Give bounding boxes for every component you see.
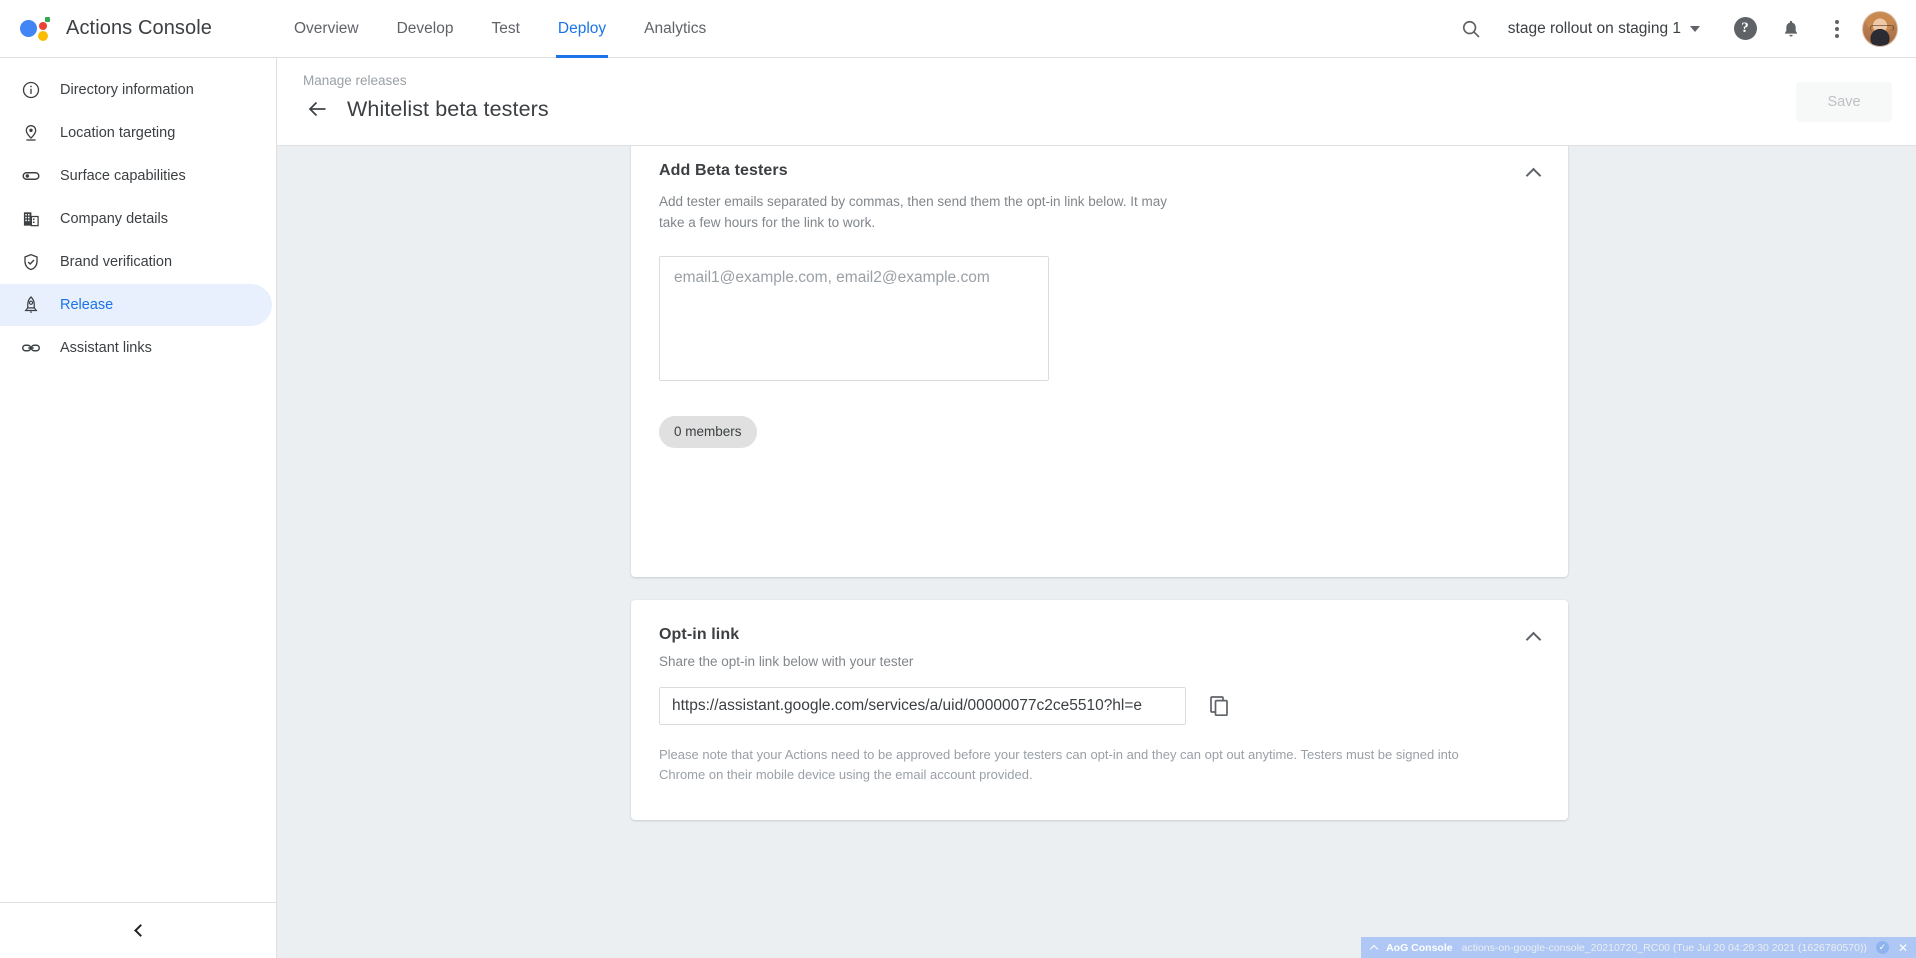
google-assistant-logo-icon — [18, 14, 52, 44]
save-button[interactable]: Save — [1796, 82, 1892, 122]
chevron-up-icon — [1525, 631, 1541, 647]
beta-card-header: Add Beta testers — [631, 146, 1568, 180]
shield-check-icon — [20, 251, 42, 273]
app-title: Actions Console — [66, 17, 212, 40]
top-app-bar: Actions Console Overview Develop Test De… — [0, 0, 1916, 58]
tab-develop-label: Develop — [397, 20, 454, 38]
help-button[interactable]: ? — [1724, 8, 1766, 50]
kebab-menu-icon — [1835, 20, 1839, 38]
sidebar: Directory information Location targeting… — [0, 58, 277, 958]
back-button[interactable] — [303, 94, 333, 124]
tab-analytics-label: Analytics — [644, 20, 706, 38]
capsule-icon — [20, 165, 42, 187]
page-title-row: Whitelist beta testers — [303, 94, 549, 124]
main-nav: Overview Develop Test Deploy Analytics — [275, 0, 725, 58]
check-circle-icon: ✓ — [1876, 941, 1889, 954]
opt-in-link-input[interactable] — [659, 687, 1186, 725]
sidebar-item-label: Assistant links — [60, 340, 152, 356]
optin-link-row — [659, 687, 1568, 725]
sidebar-item-assistant-links[interactable]: Assistant links — [0, 327, 272, 369]
tab-develop[interactable]: Develop — [378, 0, 473, 58]
chevron-up-icon[interactable] — [1370, 944, 1378, 952]
sidebar-item-label: Directory information — [60, 82, 194, 98]
rocket-icon — [20, 294, 42, 316]
page-title: Whitelist beta testers — [347, 97, 549, 122]
beta-card-collapse-button[interactable] — [1518, 158, 1548, 188]
arrow-left-icon — [306, 97, 330, 121]
sidebar-item-company-details[interactable]: Company details — [0, 198, 272, 240]
beta-tester-emails-input[interactable] — [659, 256, 1049, 381]
user-avatar[interactable] — [1862, 11, 1898, 47]
bell-icon — [1780, 18, 1802, 40]
sidebar-item-release[interactable]: Release — [0, 284, 272, 326]
tab-deploy[interactable]: Deploy — [539, 0, 625, 58]
sidebar-item-label: Release — [60, 297, 113, 313]
status-bar-label: AoG Console — [1386, 942, 1453, 954]
optin-card-description: Share the opt-in link below with your te… — [631, 644, 1568, 669]
sidebar-item-brand-verification[interactable]: Brand verification — [0, 241, 272, 283]
build-status-bar: AoG Console actions-on-google-console_20… — [1361, 937, 1916, 958]
add-beta-testers-card: Add Beta testers Add tester emails separ… — [631, 146, 1568, 577]
beta-card-description: Add tester emails separated by commas, t… — [631, 180, 1211, 234]
search-button[interactable] — [1450, 8, 1492, 50]
sidebar-item-label: Company details — [60, 211, 168, 227]
sidebar-collapse-button[interactable] — [0, 902, 277, 958]
optin-card-collapse-button[interactable] — [1518, 622, 1548, 652]
search-icon — [1460, 18, 1482, 40]
sidebar-item-label: Brand verification — [60, 254, 172, 270]
more-options-button[interactable] — [1816, 8, 1858, 50]
optin-card-header: Opt-in link — [631, 600, 1568, 644]
copy-icon — [1207, 694, 1231, 718]
tab-test-label: Test — [491, 20, 519, 38]
sidebar-item-label: Surface capabilities — [60, 168, 186, 184]
close-icon[interactable]: ✕ — [1898, 941, 1908, 955]
notifications-button[interactable] — [1770, 8, 1812, 50]
tab-deploy-label: Deploy — [558, 20, 606, 38]
tab-test[interactable]: Test — [472, 0, 538, 58]
help-icon: ? — [1734, 17, 1757, 40]
members-count-chip: 0 members — [659, 416, 757, 448]
sidebar-list: Directory information Location targeting… — [0, 58, 276, 369]
copy-link-button[interactable] — [1202, 689, 1236, 723]
optin-card-title: Opt-in link — [659, 626, 1540, 644]
sidebar-item-directory-information[interactable]: Directory information — [0, 69, 272, 111]
chevron-left-icon — [134, 924, 147, 937]
chevron-up-icon — [1525, 167, 1541, 183]
chevron-down-icon — [1690, 26, 1700, 32]
building-icon — [20, 208, 42, 230]
beta-card-title: Add Beta testers — [659, 162, 1540, 180]
sidebar-item-label: Location targeting — [60, 125, 175, 141]
project-name: stage rollout on staging 1 — [1508, 20, 1681, 38]
location-pin-icon — [20, 122, 42, 144]
tab-overview[interactable]: Overview — [275, 0, 378, 58]
breadcrumb[interactable]: Manage releases — [303, 73, 407, 88]
page-header: Manage releases Whitelist beta testers S… — [277, 58, 1916, 146]
tab-analytics[interactable]: Analytics — [625, 0, 725, 58]
content-area: Add Beta testers Add tester emails separ… — [277, 146, 1916, 958]
opt-in-link-card: Opt-in link Share the opt-in link below … — [631, 600, 1568, 820]
optin-card-note: Please note that your Actions need to be… — [631, 725, 1491, 784]
info-icon — [20, 79, 42, 101]
brand[interactable]: Actions Console — [0, 14, 260, 44]
tab-overview-label: Overview — [294, 20, 359, 38]
sidebar-item-surface-capabilities[interactable]: Surface capabilities — [0, 155, 272, 197]
sidebar-item-location-targeting[interactable]: Location targeting — [0, 112, 272, 154]
project-selector[interactable]: stage rollout on staging 1 — [1496, 20, 1708, 38]
top-bar-actions: stage rollout on staging 1 ? — [1450, 8, 1916, 50]
link-icon — [20, 337, 42, 359]
status-bar-build: actions-on-google-console_20210720_RC00 … — [1462, 942, 1867, 954]
